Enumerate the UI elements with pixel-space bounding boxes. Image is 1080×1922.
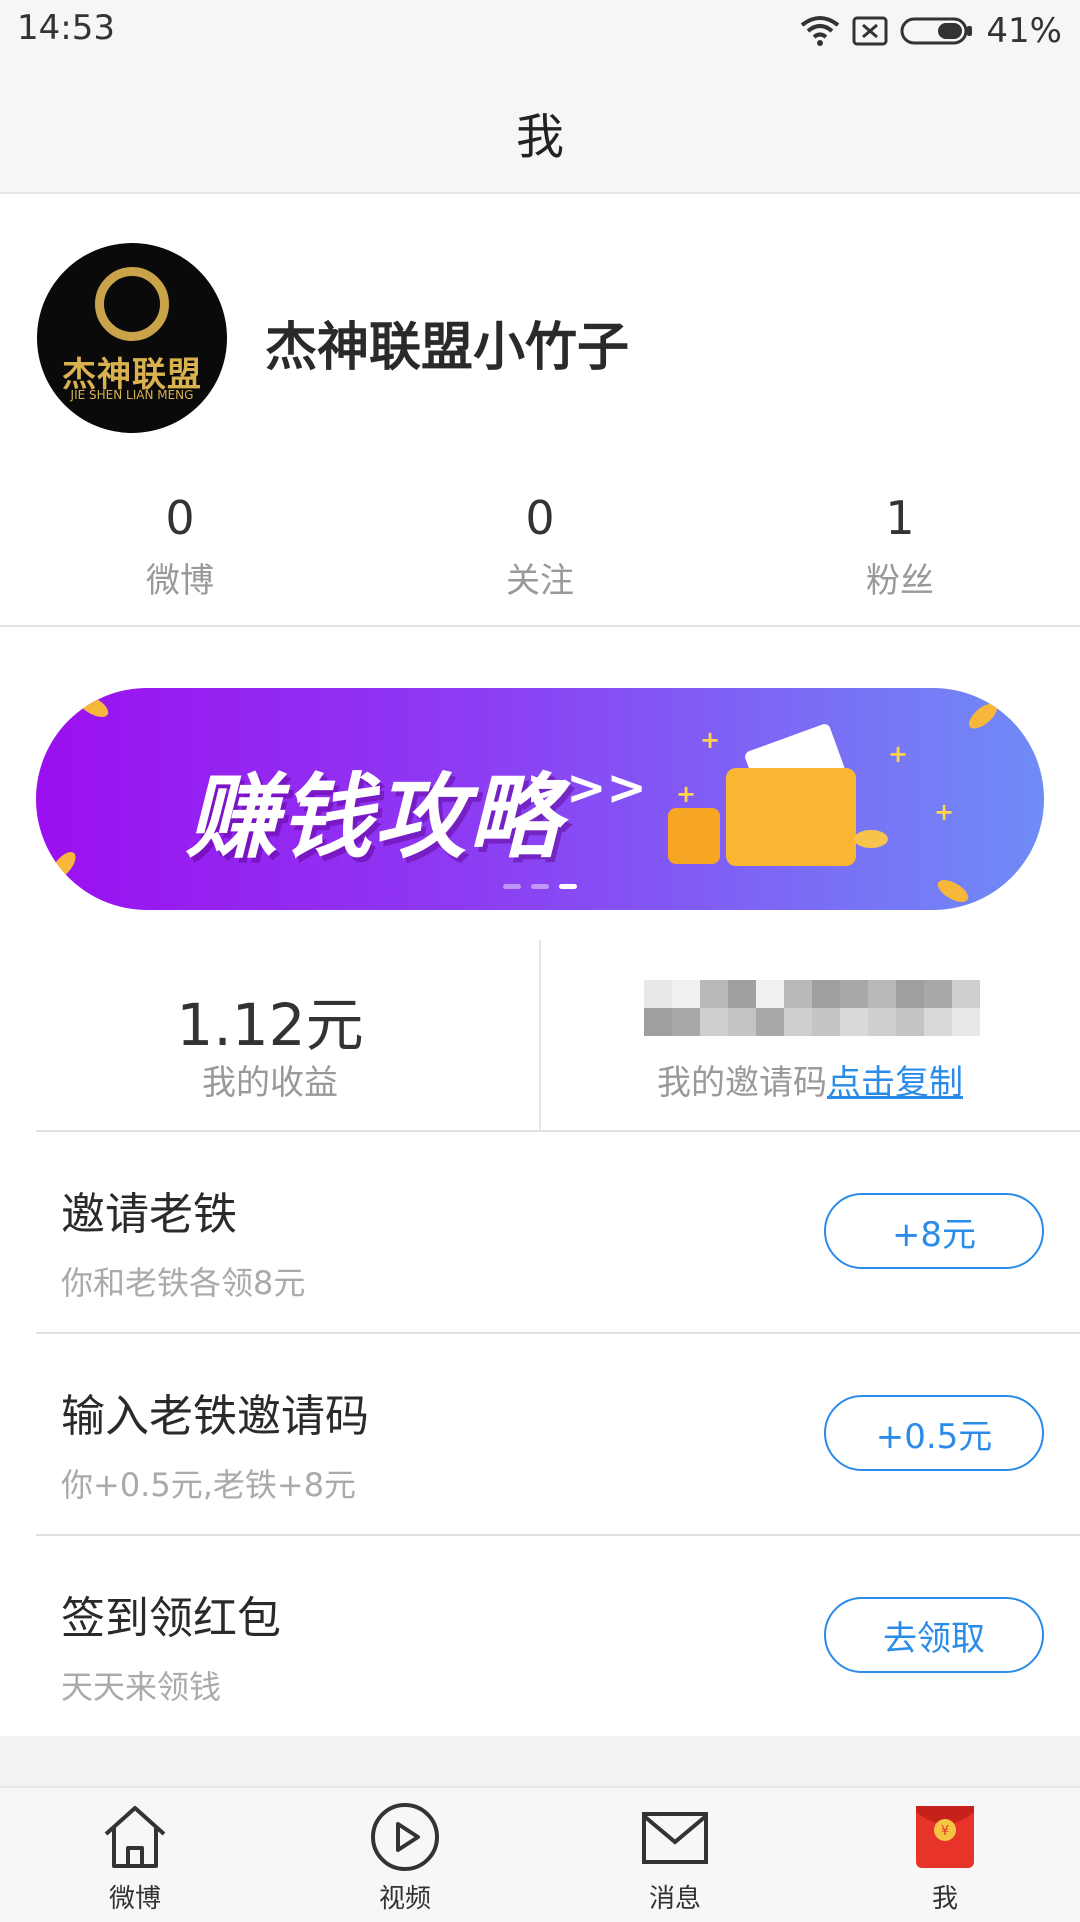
invite-code-redacted bbox=[644, 980, 980, 1036]
mosaic-cell bbox=[784, 1008, 812, 1036]
copy-code-link[interactable]: 点击复制 bbox=[827, 1063, 963, 1103]
svg-text:¥: ¥ bbox=[941, 1824, 949, 1839]
wifi-icon bbox=[801, 16, 840, 46]
earnings-label: 我的收益 bbox=[202, 1063, 338, 1103]
mosaic-cell bbox=[700, 980, 728, 1008]
username[interactable]: 杰神联盟小竹子 bbox=[265, 305, 629, 380]
no-sim-icon bbox=[852, 16, 888, 46]
nav-messages[interactable]: 消息 bbox=[540, 1802, 810, 1915]
row-divider bbox=[36, 1534, 1080, 1536]
mosaic-cell bbox=[728, 980, 756, 1008]
pager-dot-active[interactable] bbox=[559, 884, 577, 889]
banner-arrows: >>> bbox=[526, 760, 647, 816]
enter-invite-code-button[interactable]: +0.5元 bbox=[824, 1395, 1044, 1471]
pager-dot[interactable] bbox=[503, 884, 521, 889]
nav-label: 视频 bbox=[378, 1884, 431, 1914]
mosaic-cell bbox=[896, 1008, 924, 1036]
status-time: 14:53 bbox=[17, 8, 115, 48]
nav-me[interactable]: ¥ 我 bbox=[810, 1802, 1080, 1915]
mosaic-cell bbox=[868, 1008, 896, 1036]
home-icon bbox=[104, 1806, 166, 1868]
mosaic-cell bbox=[868, 980, 896, 1008]
status-icons: 41% bbox=[800, 10, 1062, 52]
invite-friend-button[interactable]: +8元 bbox=[824, 1193, 1044, 1269]
mosaic-cell bbox=[644, 1008, 672, 1036]
play-icon bbox=[371, 1803, 439, 1871]
mail-icon bbox=[642, 1812, 708, 1864]
section-divider bbox=[36, 1130, 1080, 1132]
pager-dot[interactable] bbox=[531, 884, 549, 889]
mosaic-cell bbox=[952, 980, 980, 1008]
battery-icon bbox=[900, 17, 973, 45]
mosaic-cell bbox=[896, 980, 924, 1008]
avatar-logo-subtext: JIE SHEN LIAN MENG bbox=[70, 388, 194, 402]
task-subtitle: 你+0.5元,老铁+8元 bbox=[61, 1466, 357, 1504]
page-title: 我 bbox=[515, 109, 564, 165]
stat-following[interactable]: 0 关注 bbox=[360, 495, 720, 602]
mosaic-cell bbox=[924, 1008, 952, 1036]
mosaic-cell bbox=[840, 1008, 868, 1036]
mosaic-cell bbox=[756, 980, 784, 1008]
task-subtitle: 你和老铁各领8元 bbox=[61, 1264, 306, 1302]
sparkle-icon: + bbox=[888, 740, 909, 768]
mosaic-cell bbox=[812, 980, 840, 1008]
banner-title: 赚钱攻略 bbox=[186, 764, 563, 871]
stat-weibo[interactable]: 0 微博 bbox=[0, 495, 360, 602]
claim-red-packet-button[interactable]: 去领取 bbox=[824, 1597, 1044, 1673]
stat-followers[interactable]: 1 粉丝 bbox=[720, 495, 1080, 602]
invite-code-label-row: 我的邀请码点击复制 bbox=[540, 1055, 1080, 1104]
sparkle-icon: + bbox=[676, 780, 697, 808]
leaf-decoration bbox=[934, 875, 972, 907]
task-title: 邀请老铁 bbox=[61, 1189, 237, 1240]
nav-label: 微博 bbox=[108, 1884, 161, 1914]
earnings-value: 1.12元 bbox=[176, 991, 364, 1059]
stat-value: 1 bbox=[885, 491, 915, 545]
task-subtitle: 天天来领钱 bbox=[61, 1668, 222, 1706]
leaf-decoration bbox=[74, 690, 112, 722]
nav-weibo[interactable]: 微博 bbox=[0, 1802, 270, 1915]
mosaic-cell bbox=[756, 1008, 784, 1036]
mosaic-cell bbox=[728, 1008, 756, 1036]
stat-label: 微博 bbox=[146, 561, 214, 601]
mosaic-cell bbox=[812, 1008, 840, 1036]
banner-pager[interactable] bbox=[36, 884, 1044, 889]
mosaic-cell bbox=[700, 1008, 728, 1036]
nav-video[interactable]: 视频 bbox=[270, 1802, 540, 1915]
task-title: 签到领红包 bbox=[61, 1593, 281, 1644]
avatar[interactable]: 杰神联盟 JIE SHEN LIAN MENG bbox=[37, 243, 227, 433]
stat-value: 0 bbox=[165, 491, 195, 545]
wallet-icon bbox=[726, 768, 856, 866]
section-divider bbox=[0, 625, 1080, 627]
sparkle-icon: + bbox=[700, 726, 721, 754]
stat-label: 粉丝 bbox=[866, 561, 934, 601]
nav-label: 消息 bbox=[648, 1884, 701, 1914]
mosaic-cell bbox=[840, 980, 868, 1008]
nav-label: 我 bbox=[931, 1884, 958, 1914]
stat-label: 关注 bbox=[506, 561, 574, 601]
coin-stack-icon bbox=[668, 808, 720, 864]
leaf-decoration bbox=[964, 698, 1002, 734]
mosaic-cell bbox=[672, 1008, 700, 1036]
invite-code-label: 我的邀请码 bbox=[657, 1063, 827, 1103]
sparkle-icon: + bbox=[934, 798, 955, 826]
red-envelope-icon: ¥ bbox=[916, 1806, 974, 1868]
battery-percent: 41% bbox=[986, 11, 1062, 51]
row-divider bbox=[36, 1332, 1080, 1334]
logo-ring-icon bbox=[95, 267, 169, 341]
mosaic-cell bbox=[952, 1008, 980, 1036]
leaf-decoration bbox=[45, 847, 81, 885]
mosaic-cell bbox=[784, 980, 812, 1008]
promo-banner[interactable]: 赚钱攻略 >>> + + + + bbox=[36, 688, 1044, 910]
mosaic-cell bbox=[924, 980, 952, 1008]
mosaic-cell bbox=[644, 980, 672, 1008]
coin-icon bbox=[854, 830, 888, 848]
section-gap bbox=[0, 1736, 1080, 1786]
stat-value: 0 bbox=[525, 491, 555, 545]
task-title: 输入老铁邀请码 bbox=[61, 1391, 369, 1442]
mosaic-cell bbox=[672, 980, 700, 1008]
